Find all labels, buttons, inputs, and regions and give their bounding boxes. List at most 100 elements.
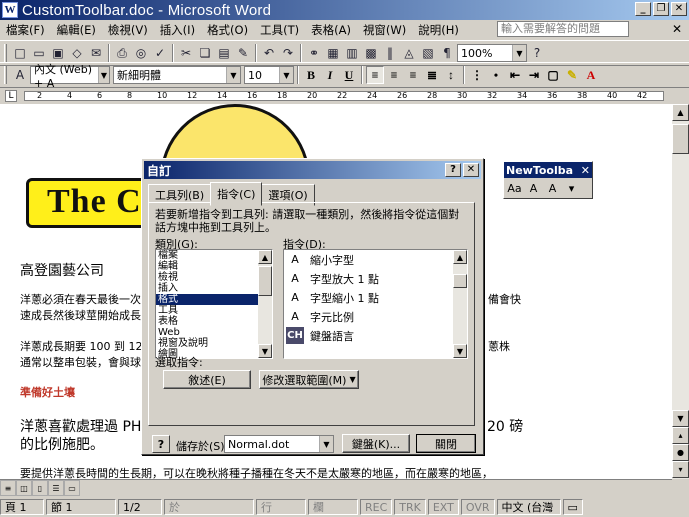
browse-object-icon[interactable]: ● <box>672 444 689 461</box>
tables-borders-icon[interactable]: ▦ <box>324 44 342 62</box>
font-size-select[interactable]: 10 ▼ <box>244 66 294 84</box>
redo-icon[interactable]: ↷ <box>279 44 297 62</box>
status-trk[interactable]: TRK <box>394 499 426 515</box>
category-item[interactable]: 檢視 <box>156 272 272 283</box>
maximize-button[interactable]: ❐ <box>653 2 669 16</box>
scroll-thumb[interactable] <box>258 266 272 296</box>
scroll-up-icon[interactable]: ▲ <box>453 250 467 264</box>
describe-button[interactable]: 敘述(E) <box>163 370 251 389</box>
category-item[interactable]: 格式 <box>156 294 272 305</box>
outline-view-icon[interactable]: ☰ <box>48 480 64 496</box>
save-icon[interactable]: ▣ <box>49 44 67 62</box>
tab-commands[interactable]: 指令(C) <box>210 182 263 206</box>
scroll-down-icon[interactable]: ▼ <box>672 410 689 427</box>
insert-excel-icon[interactable]: ▩ <box>362 44 380 62</box>
menu-edit[interactable]: 編輯(E) <box>51 22 102 38</box>
increase-indent-icon[interactable]: ⇥ <box>525 66 543 84</box>
copy-icon[interactable]: ❏ <box>196 44 214 62</box>
bold-button[interactable]: B <box>302 66 320 84</box>
minimize-button[interactable]: _ <box>635 2 651 16</box>
bullets-icon[interactable]: • <box>487 66 505 84</box>
new-toolbar-floating[interactable]: NewToolba ✕ Aa A A ▾ <box>503 161 593 199</box>
scroll-thumb[interactable] <box>672 124 689 154</box>
command-item[interactable]: A 字元比例 <box>284 307 467 326</box>
categories-scrollbar[interactable]: ▲ ▼ <box>258 250 272 358</box>
toolbar-grip[interactable] <box>4 66 7 84</box>
commands-list[interactable]: A 縮小字型 A 字型放大 1 點 A 字型縮小 1 點 A 字元比例 CH 鍵盤語言 ▲ ▼ <box>283 249 468 359</box>
close-button[interactable]: ✕ <box>671 2 687 16</box>
category-item[interactable]: 工具 <box>156 305 272 316</box>
columns-icon[interactable]: ‖ <box>381 44 399 62</box>
menu-table[interactable]: 表格(A) <box>305 22 357 38</box>
modify-selection-button[interactable]: 修改選取範圍(M) ▼ <box>259 370 359 389</box>
format-painter-icon[interactable]: ✎ <box>234 44 252 62</box>
category-item[interactable]: 檔案 <box>156 250 272 261</box>
italic-button[interactable]: I <box>321 66 339 84</box>
zoom-select[interactable]: 100% ▼ <box>457 44 527 62</box>
chevron-down-icon[interactable]: ▾ <box>563 180 580 197</box>
save-in-select[interactable]: Normal.dot ▼ <box>224 435 334 453</box>
font-color-icon[interactable]: A <box>582 66 600 84</box>
menu-format[interactable]: 格式(O) <box>201 22 254 38</box>
new-document-icon[interactable]: □ <box>11 44 29 62</box>
category-item[interactable]: 表格 <box>156 316 272 327</box>
highlight-icon[interactable]: ✎ <box>563 66 581 84</box>
dialog-help-button[interactable]: ? <box>445 163 461 177</box>
shrink-font-icon[interactable]: Aa <box>506 180 523 197</box>
open-folder-icon[interactable]: ▭ <box>30 44 48 62</box>
category-item[interactable]: 編輯 <box>156 261 272 272</box>
spelling-status-icon[interactable]: ▭ <box>562 499 583 515</box>
menu-insert[interactable]: 插入(I) <box>154 22 201 38</box>
ask-question-input[interactable]: 輸入需要解答的問題 <box>497 21 629 37</box>
status-rec[interactable]: REC <box>360 499 393 515</box>
scroll-down-icon[interactable]: ▼ <box>453 344 467 358</box>
reading-view-icon[interactable]: ▭ <box>64 480 80 496</box>
underline-button[interactable]: U <box>340 66 358 84</box>
undo-icon[interactable]: ↶ <box>260 44 278 62</box>
grow-font-icon[interactable]: A <box>525 180 542 197</box>
command-item[interactable]: A 縮小字型 <box>284 250 467 269</box>
scroll-up-icon[interactable]: ▲ <box>258 250 272 264</box>
horizontal-ruler[interactable]: L 2 4 6 8 10 12 14 16 18 20 22 24 26 28 30 32 34 36 38 40 42 <box>0 88 689 104</box>
print-view-icon[interactable]: ▯ <box>32 480 48 496</box>
menu-tools[interactable]: 工具(T) <box>254 22 305 38</box>
doc-close-button[interactable]: ✕ <box>669 22 685 36</box>
outside-border-icon[interactable]: ▢ <box>544 66 562 84</box>
help-icon[interactable]: ? <box>528 44 546 62</box>
font-select[interactable]: 新細明體 ▼ <box>113 66 241 84</box>
new-toolbar-caption[interactable]: NewToolba ✕ <box>504 162 592 178</box>
align-center-button[interactable]: ≡ <box>385 66 403 84</box>
scroll-up-icon[interactable]: ▲ <box>672 104 689 121</box>
menu-window[interactable]: 視窗(W) <box>357 22 412 38</box>
justify-button[interactable]: ≣ <box>423 66 441 84</box>
tab-selector-icon[interactable]: L <box>5 90 17 102</box>
decrease-indent-icon[interactable]: ⇤ <box>506 66 524 84</box>
print-preview-icon[interactable]: ◎ <box>132 44 150 62</box>
toolbar-grip[interactable] <box>4 44 7 62</box>
dialog-title-bar[interactable]: 自訂 ? ✕ <box>144 161 481 179</box>
scroll-thumb[interactable] <box>453 274 467 288</box>
show-hide-icon[interactable]: ¶ <box>438 44 456 62</box>
paste-icon[interactable]: ▤ <box>215 44 233 62</box>
permission-icon[interactable]: ◇ <box>68 44 86 62</box>
insert-table-icon[interactable]: ▥ <box>343 44 361 62</box>
menu-file[interactable]: 檔案(F) <box>0 22 51 38</box>
menu-view[interactable]: 檢視(V) <box>102 22 154 38</box>
menu-help[interactable]: 說明(H) <box>412 22 465 38</box>
ruler-strip[interactable]: 2 4 6 8 10 12 14 16 18 20 22 24 26 28 30 32 34 36 38 40 42 <box>24 91 664 101</box>
prev-page-icon[interactable]: ▴ <box>672 427 689 444</box>
help-icon[interactable]: ? <box>152 435 170 453</box>
numbering-icon[interactable]: ⋮ <box>468 66 486 84</box>
categories-list[interactable]: 檔案 編輯 檢視 插入 格式 工具 表格 Web 視窗及說明 繪圖 ▲ ▼ <box>155 249 273 359</box>
cut-icon[interactable]: ✂ <box>177 44 195 62</box>
status-ext[interactable]: EXT <box>427 499 459 515</box>
shrink-one-icon[interactable]: A <box>544 180 561 197</box>
align-right-button[interactable]: ≡ <box>404 66 422 84</box>
category-item[interactable]: Web <box>156 327 272 338</box>
vertical-scrollbar[interactable]: ▲ ▼ ▴ ● ▾ <box>672 104 689 479</box>
status-ovr[interactable]: OVR <box>460 499 495 515</box>
command-item[interactable]: CH 鍵盤語言 <box>284 326 467 345</box>
print-icon[interactable]: ⎙ <box>113 44 131 62</box>
dialog-close-button[interactable]: ✕ <box>463 163 479 177</box>
close-icon[interactable]: ✕ <box>581 164 590 177</box>
